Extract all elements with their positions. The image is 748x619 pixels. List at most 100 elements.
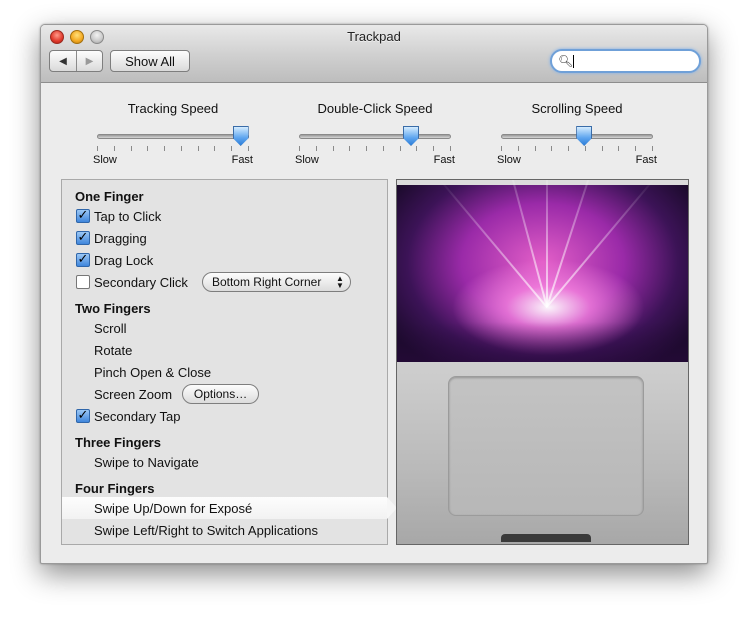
- slider-min-label: Slow: [497, 154, 521, 166]
- slider-min-label: Slow: [295, 154, 319, 166]
- dragging-checkbox[interactable]: [76, 231, 90, 245]
- secondary-tap-checkbox[interactable]: [76, 409, 90, 423]
- drag-lock-row[interactable]: Drag Lock: [62, 249, 387, 271]
- preview-aurora: [397, 322, 688, 362]
- slider-tick: [349, 146, 351, 151]
- tap-to-click-row[interactable]: Tap to Click: [62, 205, 387, 227]
- slider-max-label: Fast: [433, 154, 455, 166]
- three-fingers-header: Three Fingers: [75, 434, 161, 450]
- slider-track: [299, 134, 451, 139]
- show-all-button[interactable]: Show All: [110, 50, 190, 72]
- swipe-navigate-item[interactable]: Swipe to Navigate: [62, 451, 387, 473]
- slider-max-label: Fast: [635, 154, 657, 166]
- text-caret: [573, 55, 574, 68]
- drag-lock-label: Drag Lock: [94, 252, 154, 268]
- secondary-tap-label: Secondary Tap: [94, 408, 181, 424]
- scroll-item[interactable]: Scroll: [62, 317, 387, 339]
- slider-tick: [299, 146, 300, 151]
- preview-ray: [437, 180, 549, 309]
- slider-tick: [551, 146, 553, 151]
- scrolling-speed-label: Scrolling Speed: [531, 101, 623, 116]
- preview-ray: [546, 180, 601, 308]
- popup-value: Bottom Right Corner: [211, 275, 322, 289]
- scrolling-speed-group: Scrolling Speed Slow Fast: [497, 101, 657, 166]
- slider-tick: [197, 146, 199, 151]
- slider-thumb[interactable]: [576, 126, 593, 146]
- slider-tick: [568, 146, 570, 151]
- slider-track: [97, 134, 249, 139]
- gesture-preview: [396, 179, 689, 545]
- slider-thumb[interactable]: [232, 126, 249, 146]
- dragging-row[interactable]: Dragging: [62, 227, 387, 249]
- double-click-speed-group: Double-Click Speed Slow Fast: [295, 101, 455, 166]
- search-icon: 🔍︎: [558, 54, 574, 68]
- one-finger-header: One Finger: [75, 188, 144, 204]
- tap-to-click-label: Tap to Click: [94, 208, 162, 224]
- slider-tick: [584, 146, 586, 151]
- two-fingers-header: Two Fingers: [75, 300, 151, 316]
- slider-tick: [534, 146, 536, 151]
- slider-tick: [147, 146, 149, 151]
- slider-tick: [433, 146, 435, 151]
- slider-tick: [416, 146, 418, 151]
- trackpad-window: Trackpad ◀ ▶ Show All 🔍︎ Tracking Speed …: [40, 24, 708, 564]
- scrolling-speed-slider[interactable]: Slow Fast: [497, 126, 657, 166]
- slider-tick: [399, 146, 401, 151]
- slider-tick: [501, 146, 502, 151]
- secondary-tap-row[interactable]: Secondary Tap: [62, 405, 387, 427]
- slider-tick: [635, 146, 637, 151]
- double-click-speed-slider[interactable]: Slow Fast: [295, 126, 455, 166]
- slider-tick: [113, 146, 115, 151]
- forward-button[interactable]: ▶: [76, 51, 102, 71]
- window-title: Trackpad: [347, 29, 401, 44]
- tracking-speed-slider[interactable]: Slow Fast: [93, 126, 253, 166]
- dragging-label: Dragging: [94, 230, 147, 246]
- preview-ray: [502, 180, 549, 308]
- secondary-click-label: Secondary Click: [94, 274, 188, 290]
- search-input[interactable]: 🔍︎: [550, 49, 701, 73]
- slider-ticks: [299, 146, 451, 151]
- slider-tick: [332, 146, 334, 151]
- rotate-item[interactable]: Rotate: [62, 339, 387, 361]
- slider-tick: [247, 146, 249, 151]
- slider-tick: [164, 146, 166, 151]
- slider-tick: [231, 146, 233, 151]
- slider-tick: [382, 146, 384, 151]
- title-bar: Trackpad ◀ ▶ Show All 🔍︎: [41, 25, 707, 83]
- four-fingers-header: Four Fingers: [75, 480, 155, 496]
- secondary-click-checkbox[interactable]: [76, 275, 90, 289]
- back-button[interactable]: ◀: [50, 51, 76, 71]
- swipe-switch-item[interactable]: Swipe Left/Right to Switch Applications: [62, 519, 387, 541]
- secondary-click-corner-popup[interactable]: Bottom Right Corner ▲ ▼: [201, 272, 351, 292]
- slider-tick: [214, 146, 216, 151]
- navigation-control: ◀ ▶: [49, 50, 103, 72]
- slider-tick: [601, 146, 603, 151]
- drag-lock-checkbox[interactable]: [76, 253, 90, 267]
- preview-lid-notch: [501, 534, 591, 542]
- slider-tick: [449, 146, 451, 151]
- slider-min-label: Slow: [93, 154, 117, 166]
- slider-tick: [180, 146, 182, 151]
- slider-ticks: [501, 146, 653, 151]
- slider-tick: [130, 146, 132, 151]
- slider-tick: [517, 146, 519, 151]
- tracking-speed-label: Tracking Speed: [127, 101, 219, 116]
- slider-tick: [315, 146, 317, 151]
- options-button[interactable]: Options…: [182, 384, 260, 404]
- secondary-click-row[interactable]: Secondary Click Bottom Right Corner ▲ ▼: [62, 271, 387, 293]
- screen-zoom-row[interactable]: Screen Zoom Options…: [62, 383, 387, 405]
- preview-ray: [546, 180, 658, 308]
- slider-max-label: Fast: [231, 154, 253, 166]
- slider-thumb[interactable]: [403, 126, 419, 146]
- slider-ticks: [97, 146, 249, 151]
- double-click-speed-label: Double-Click Speed: [317, 101, 433, 116]
- pinch-item[interactable]: Pinch Open & Close: [62, 361, 387, 383]
- preview-trackpad: [448, 376, 644, 516]
- tap-to-click-checkbox[interactable]: [76, 209, 90, 223]
- swipe-expose-item[interactable]: Swipe Up/Down for Exposé: [62, 497, 397, 519]
- screen-zoom-label: Screen Zoom: [94, 386, 173, 402]
- gesture-list: One Finger Tap to Click Dragging Drag Lo…: [61, 179, 397, 545]
- slider-tick: [618, 146, 620, 151]
- popup-arrows-icon: ▲ ▼: [336, 274, 344, 290]
- tracking-speed-group: Tracking Speed Slow Fast: [93, 101, 253, 166]
